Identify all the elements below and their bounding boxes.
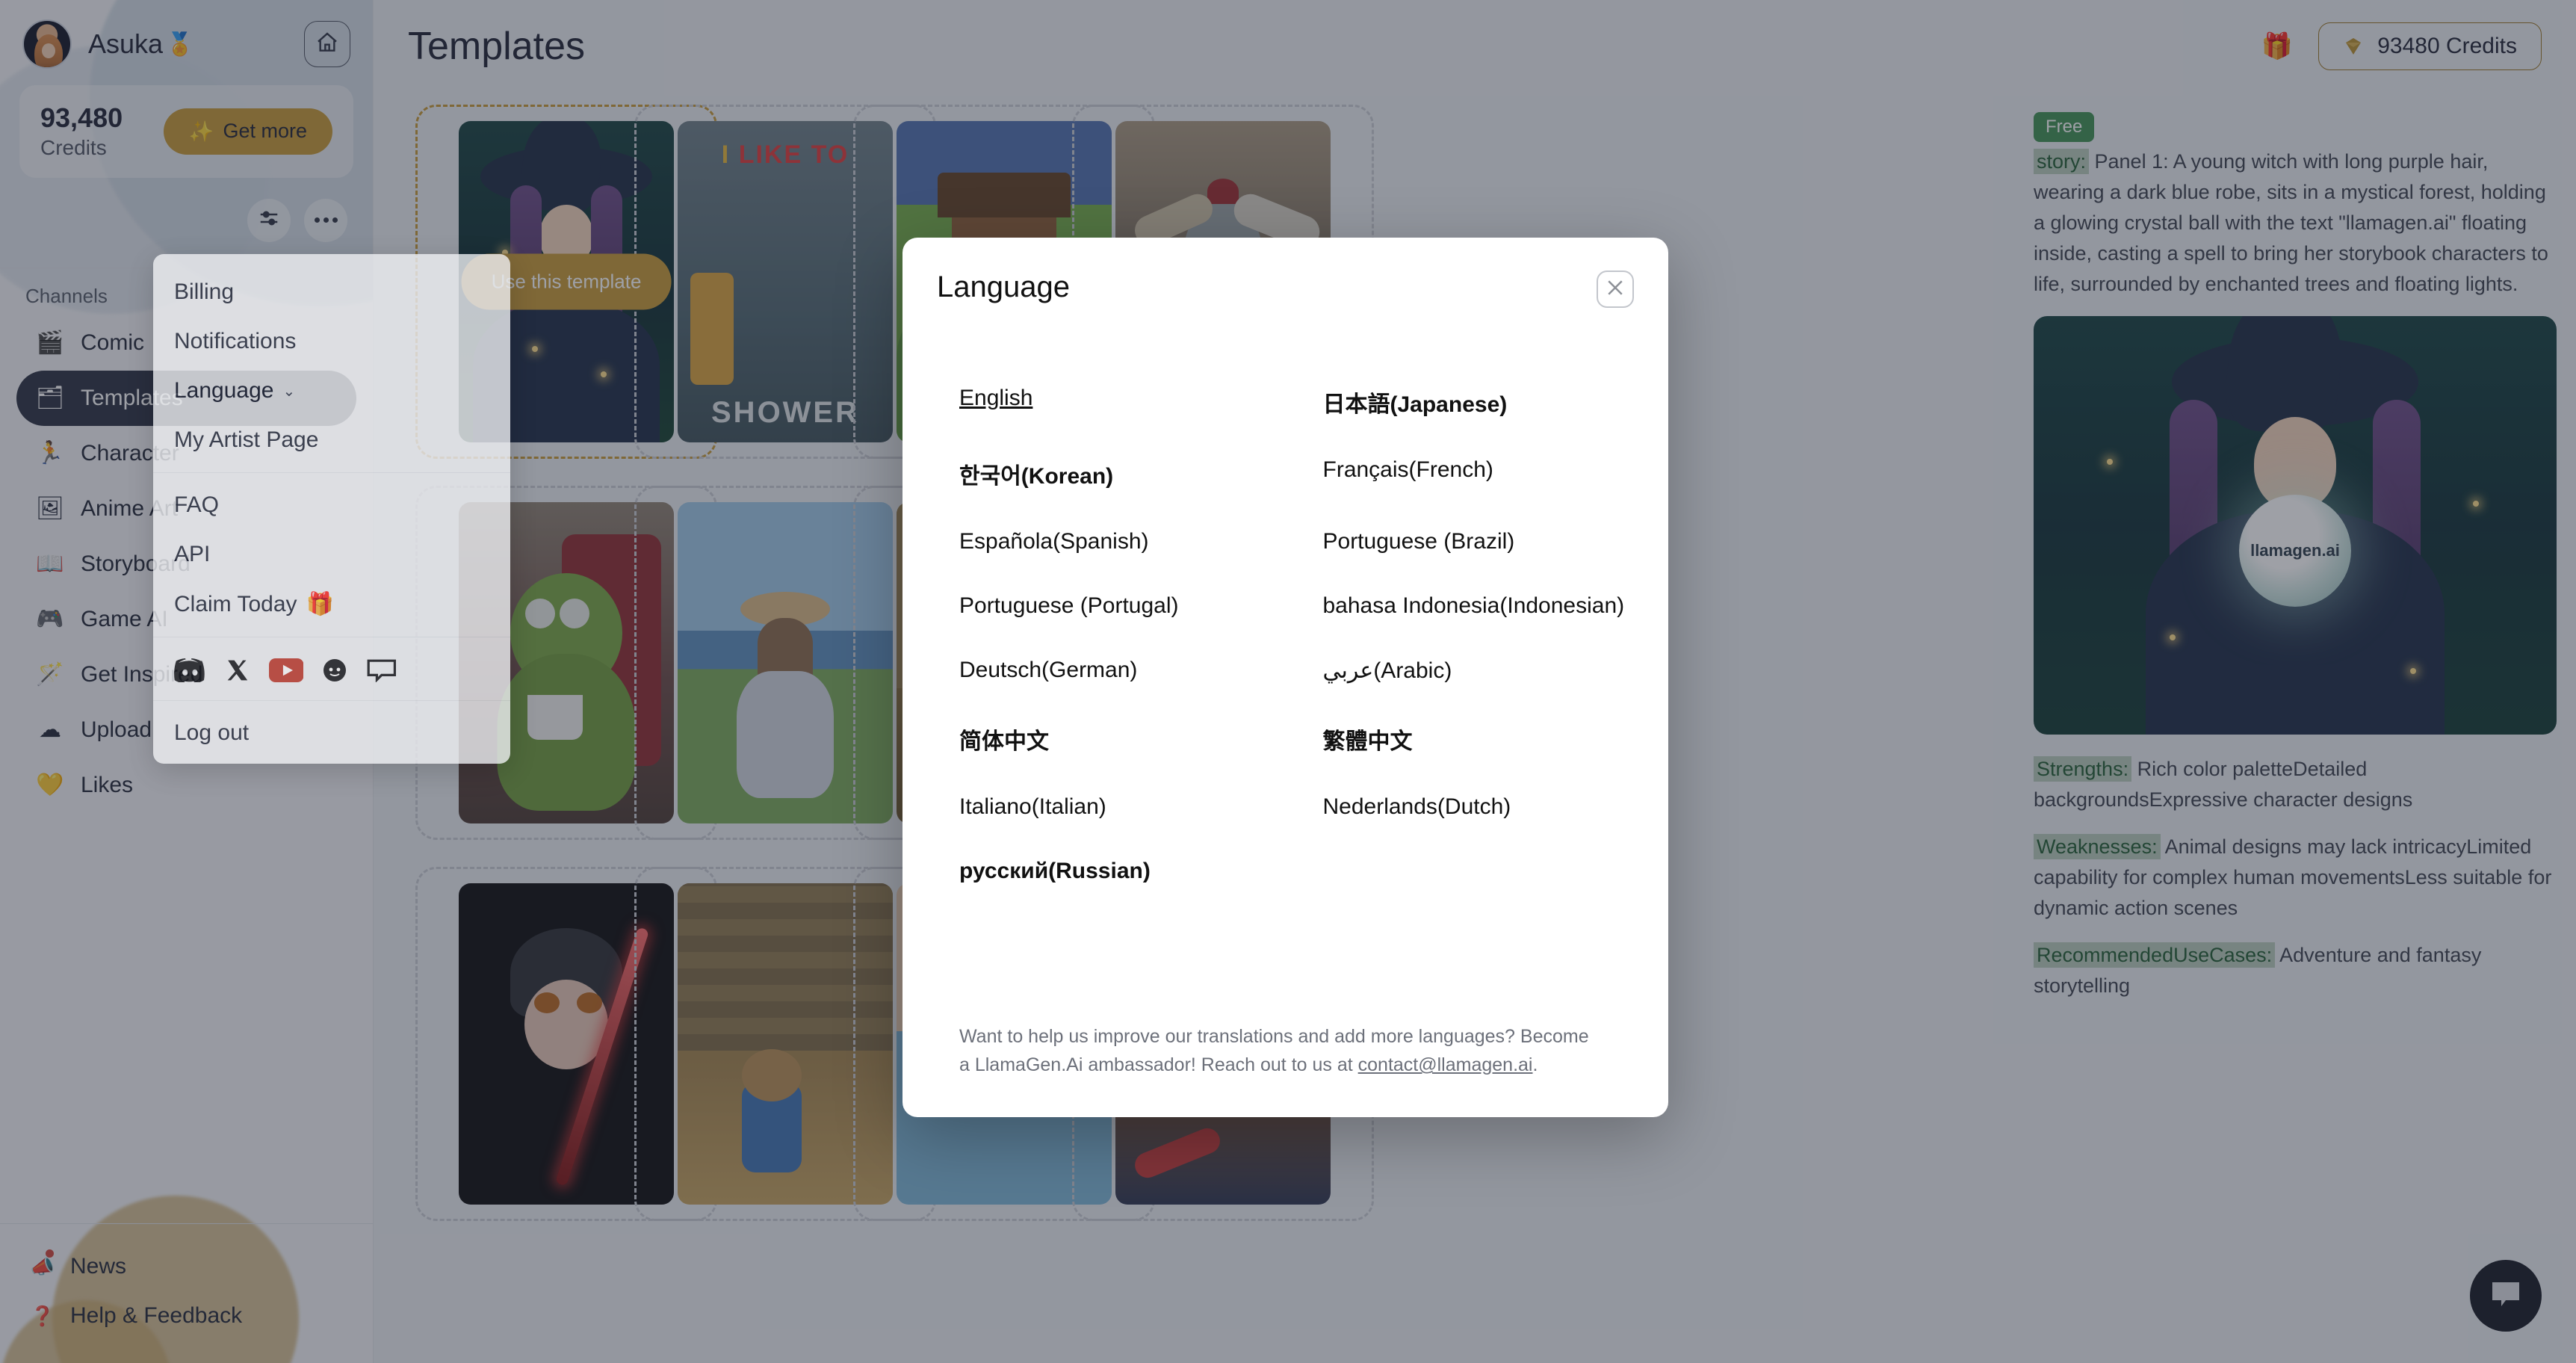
language-option-japanese[interactable]: 日本語(Japanese)	[1301, 371, 1635, 442]
chat-bubble-icon[interactable]	[366, 658, 397, 682]
language-options-grid: English 日本語(Japanese) 한국어(Korean) França…	[937, 371, 1634, 908]
account-dropdown-menu: Billing Notifications Language ⌄ My Arti…	[153, 254, 510, 764]
menu-divider	[153, 700, 510, 701]
modal-header: Language	[937, 271, 1634, 308]
language-option-portuguese-portugal[interactable]: Portuguese (Portugal)	[937, 578, 1271, 643]
menu-item-language[interactable]: Language ⌄	[153, 366, 510, 415]
menu-item-notifications[interactable]: Notifications	[153, 317, 510, 366]
social-links-row	[153, 645, 510, 693]
language-option-italian[interactable]: Italiano(Italian)	[937, 779, 1271, 844]
language-option-simplified-chinese[interactable]: 简体中文	[937, 708, 1271, 779]
x-twitter-icon[interactable]	[226, 658, 250, 682]
menu-item-label: Notifications	[174, 329, 297, 353]
menu-item-faq[interactable]: FAQ	[153, 480, 510, 530]
language-option-english[interactable]: English	[937, 371, 1271, 442]
discord-icon[interactable]	[174, 658, 206, 682]
menu-item-billing[interactable]: Billing	[153, 268, 510, 317]
language-option-arabic[interactable]: عربي(Arabic)	[1301, 643, 1635, 708]
close-button[interactable]	[1597, 271, 1634, 308]
language-option-traditional-chinese[interactable]: 繁體中文	[1301, 708, 1635, 779]
menu-item-label: My Artist Page	[174, 427, 319, 452]
menu-item-label: FAQ	[174, 492, 220, 517]
modal-title: Language	[937, 271, 1070, 303]
contact-email-link[interactable]: contact@llamagen.ai	[1358, 1054, 1533, 1075]
language-modal: Language English 日本語(Japanese) 한국어(Korea…	[902, 238, 1668, 1117]
menu-item-label: Language	[174, 378, 274, 403]
language-option-indonesian[interactable]: bahasa Indonesia(Indonesian)	[1301, 578, 1635, 643]
language-option-french[interactable]: Français(French)	[1301, 442, 1635, 514]
youtube-icon[interactable]	[268, 658, 304, 682]
chevron-down-icon: ⌄	[282, 383, 296, 400]
menu-item-label: Billing	[174, 279, 235, 304]
language-option-russian[interactable]: русский(Russian)	[937, 844, 1271, 908]
language-option-dutch[interactable]: Nederlands(Dutch)	[1301, 779, 1635, 844]
language-option-portuguese-brazil[interactable]: Portuguese (Brazil)	[1301, 514, 1635, 578]
gift-icon: 🎁	[306, 592, 334, 616]
menu-item-label: Log out	[174, 720, 250, 745]
language-option-german[interactable]: Deutsch(German)	[937, 643, 1271, 708]
menu-item-label: API	[174, 542, 211, 566]
menu-divider	[153, 472, 510, 473]
menu-item-api[interactable]: API	[153, 530, 510, 579]
reddit-icon[interactable]	[323, 658, 347, 682]
menu-item-my-artist-page[interactable]: My Artist Page	[153, 415, 510, 465]
language-option-spanish[interactable]: Española(Spanish)	[937, 514, 1271, 578]
menu-item-label: Claim Today	[174, 591, 297, 616]
menu-item-claim-today[interactable]: Claim Today 🎁	[153, 579, 510, 629]
menu-item-logout[interactable]: Log out	[153, 708, 510, 758]
footer-tail: .	[1532, 1054, 1538, 1076]
language-option-korean[interactable]: 한국어(Korean)	[937, 442, 1271, 514]
modal-footer-note: Want to help us improve our translations…	[937, 1022, 1594, 1085]
close-icon	[1604, 276, 1626, 303]
